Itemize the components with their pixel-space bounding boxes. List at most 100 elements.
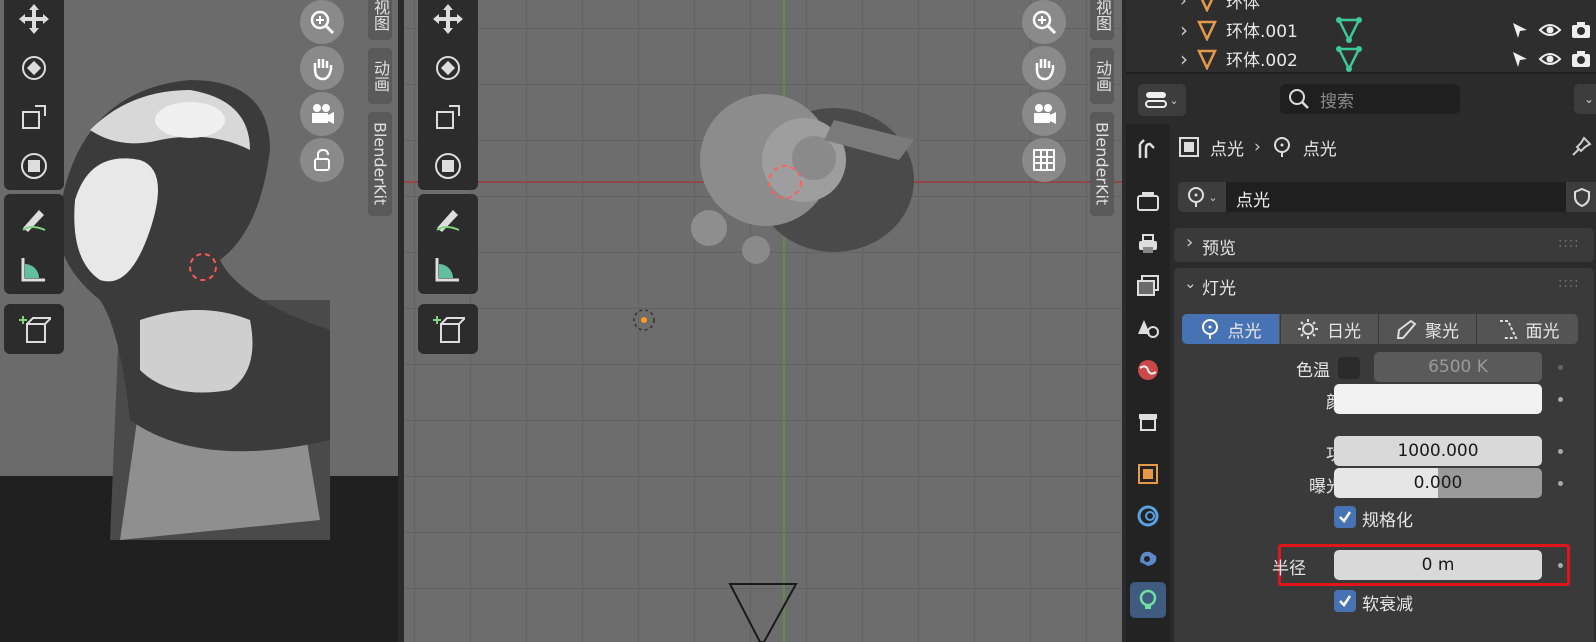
render-camera-icon[interactable] [1570,48,1592,70]
measure-tool-icon[interactable] [9,244,59,294]
exposure-slider[interactable]: 0.000 [1334,468,1542,498]
zoom-icon[interactable] [300,0,344,44]
outliner-row[interactable]: › 环体 [1126,0,1596,15]
measure-tool-icon[interactable] [423,244,473,294]
mesh-object-icon [1200,0,1214,12]
side-tab-blenderkit[interactable]: BlenderKit [1090,112,1114,216]
outliner-item-name[interactable]: 环体.001 [1226,17,1298,42]
left-viewport[interactable]: 视图 动画 BlenderKit [0,0,398,642]
select-cursor-icon[interactable] [1510,20,1530,40]
visibility-eye-icon[interactable] [1538,49,1562,69]
normalize-label[interactable]: 规格化 [1362,506,1413,531]
tab-view-layer[interactable] [1130,268,1166,304]
datablock-selector[interactable]: ⌄ 点光 [1178,182,1596,212]
tab-collection[interactable] [1130,404,1166,440]
side-tab-blenderkit[interactable]: BlenderKit [368,112,392,216]
add-cube-icon[interactable] [9,304,59,354]
keyframe-dot-icon[interactable] [1558,365,1563,370]
camera-view-icon[interactable] [1022,92,1066,136]
select-cursor-icon[interactable] [1510,49,1530,69]
zoom-icon[interactable] [1022,0,1066,44]
keyframe-dot-icon[interactable] [1558,563,1563,568]
search-input[interactable]: 搜索 [1320,87,1354,112]
expand-chevron-icon[interactable]: › [1180,47,1188,71]
mesh-data-icon [1336,17,1362,43]
tab-render[interactable] [1130,184,1166,220]
tab-world[interactable] [1130,352,1166,388]
editor-type-button[interactable]: ⌄ [1138,84,1186,116]
keyframe-dot-icon[interactable] [1558,397,1563,402]
expand-chevron-icon[interactable]: › [1180,18,1188,42]
color-swatch-field[interactable] [1334,384,1542,414]
annotate-pencil-icon[interactable] [423,194,473,244]
datablock-browse-button[interactable]: ⌄ [1178,182,1226,212]
tab-tool[interactable] [1130,132,1166,168]
soft-falloff-checkbox[interactable] [1334,590,1356,612]
light-type-label: 面光 [1525,321,1560,342]
pan-hand-icon[interactable] [300,46,344,90]
chevron-right-icon: › [1186,232,1194,253]
outliner-item-name[interactable]: 环体.002 [1226,46,1298,71]
side-tab-view[interactable]: 视图 [1090,0,1114,40]
keyframe-dot-icon[interactable] [1558,481,1563,486]
light-type-area[interactable]: 面光 [1476,314,1578,344]
outliner-row[interactable]: › 环体.002 [1126,44,1596,73]
search-field[interactable]: 搜索 [1280,84,1460,114]
sun-icon [1298,319,1318,339]
annotate-pencil-icon[interactable] [9,194,59,244]
pin-icon[interactable] [1570,136,1592,158]
side-tab-animation[interactable]: 动画 [1090,48,1114,104]
mesh-object-icon [1197,20,1217,41]
light-type-point[interactable]: 点光 [1182,314,1279,344]
keyframe-dot-icon[interactable] [1558,449,1563,454]
temperature-field[interactable]: 6500 K [1374,352,1542,382]
power-field[interactable]: 1000.000 [1334,436,1542,466]
normalize-checkbox[interactable] [1334,506,1356,528]
transform-toolbar [4,0,64,190]
add-cube-icon[interactable] [423,304,473,354]
drag-grip-icon[interactable]: :::: [1558,276,1580,291]
view-layer-icon [1137,275,1159,296]
tab-light-data[interactable] [1130,582,1166,618]
datablock-name-field[interactable]: 点光 [1236,186,1270,211]
radius-label: 半径 [1272,559,1306,579]
object-icon [1179,137,1199,157]
options-dropdown-button[interactable]: ⌄ [1574,84,1596,114]
tab-scene[interactable] [1130,310,1166,346]
outliner-row[interactable]: › 环体.001 [1126,15,1596,44]
drag-grip-icon[interactable]: :::: [1558,236,1580,251]
chevron-down-icon: ⌄ [1169,93,1179,107]
light-type-sun[interactable]: 日光 [1280,314,1377,344]
scale-tool-icon[interactable] [423,92,473,141]
soft-falloff-label[interactable]: 软衰减 [1362,590,1413,615]
point-light-icon [1188,187,1205,207]
transform-tool-icon[interactable] [423,141,473,190]
pan-hand-icon[interactable] [1022,46,1066,90]
expand-chevron-icon[interactable]: › [1180,0,1187,11]
rotate-tool-icon[interactable] [9,43,59,92]
temperature-color-swatch[interactable] [1338,357,1360,379]
move-tool-icon[interactable] [423,0,473,43]
tab-constraints[interactable] [1130,540,1166,576]
lock-icon[interactable] [300,138,344,182]
center-viewport[interactable]: 视图 动画 BlenderKit [404,0,1122,642]
side-tab-animation[interactable]: 动画 [368,48,392,104]
radius-field[interactable]: 0 m [1334,550,1542,580]
rotate-tool-icon[interactable] [423,43,473,92]
scale-tool-icon[interactable] [9,92,59,141]
tab-object[interactable] [1130,456,1166,492]
camera-view-icon[interactable] [300,92,344,136]
chevron-down-icon[interactable]: ⌄ [1184,274,1197,292]
tab-output[interactable] [1130,226,1166,262]
visibility-eye-icon[interactable] [1538,20,1562,40]
tab-physics[interactable] [1130,498,1166,534]
panel-preview-header[interactable]: › 预览 :::: [1174,228,1594,262]
render-camera-icon[interactable] [1570,19,1592,41]
light-type-spot[interactable]: 聚光 [1378,314,1475,344]
side-tab-view[interactable]: 视图 [368,0,392,40]
outliner-item-name[interactable]: 环体 [1226,0,1260,13]
move-tool-icon[interactable] [9,0,59,43]
fake-user-button[interactable] [1566,182,1596,212]
grid-view-icon[interactable] [1022,138,1066,182]
transform-tool-icon[interactable] [9,141,59,190]
